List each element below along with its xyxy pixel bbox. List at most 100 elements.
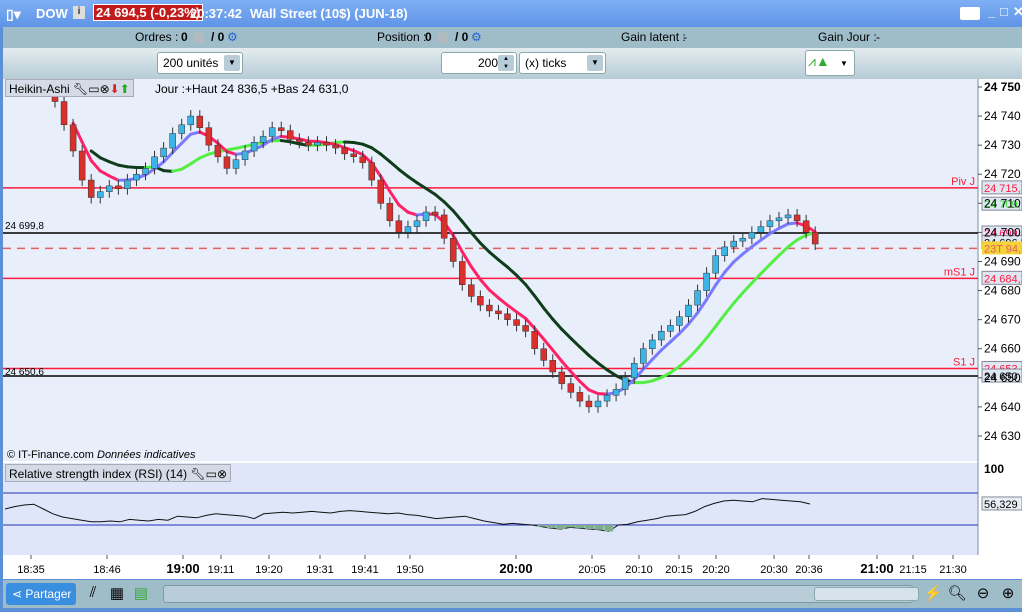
ticks-select[interactable]: (x) ticks ▼: [519, 52, 606, 74]
wrench-icon[interactable]: 🔧︎: [190, 467, 205, 481]
candle: [477, 296, 484, 306]
time-tick-label: 18:46: [93, 564, 121, 576]
zoom-fit-icon[interactable]: 🔍︎: [947, 584, 967, 604]
chevron-down-icon: ▼: [224, 55, 240, 71]
candle: [649, 339, 656, 349]
candle: [685, 304, 692, 317]
candle: [612, 389, 620, 396]
share-button[interactable]: ⋖ Partager: [6, 583, 76, 605]
candle: [386, 203, 394, 222]
candle: [350, 153, 357, 158]
candle: [278, 127, 285, 131]
candle: [359, 156, 366, 163]
candle: [133, 173, 140, 181]
drawing-tools-icon[interactable]: ▦: [107, 584, 127, 604]
scrollbar-thumb[interactable]: [814, 587, 919, 601]
ticks-input[interactable]: 200 ▲ ▼: [441, 52, 517, 74]
instrument-name: Wall Street (10$) (JUN-18): [250, 6, 408, 21]
time-tick-label: 19:11: [208, 564, 235, 576]
stepper-icon[interactable]: ▲ ▼: [498, 55, 514, 71]
units-select-value: 200 unités: [163, 56, 219, 70]
rsi-title: Relative strength index (RSI) (14): [9, 467, 188, 481]
candle: [558, 371, 566, 384]
level-name: mS1 J: [944, 266, 975, 278]
clock: 20:37:42: [190, 6, 243, 21]
close-icon[interactable]: ✕: [1013, 4, 1022, 20]
position-value: 0: [425, 30, 432, 44]
candle: [802, 220, 810, 233]
candle: [775, 217, 783, 222]
close-icon[interactable]: ⊗: [100, 82, 110, 96]
candle: [739, 237, 747, 242]
title-bar: ▯▾ DOW i 24 694,5 (-0,23%) 20:37:42 Wall…: [0, 0, 1022, 28]
candle: [422, 211, 430, 222]
orders-total: / 0: [211, 30, 225, 44]
time-tick-label: 19:20: [255, 564, 283, 576]
indicators-button[interactable]: ⩘▲ ▼: [805, 50, 855, 76]
candle: [667, 325, 674, 332]
candle: [630, 363, 638, 379]
candle: [232, 159, 240, 169]
candle: [549, 360, 556, 373]
wrench-icon[interactable]: 🔧︎: [73, 82, 88, 96]
symbol-label[interactable]: DOW: [36, 6, 68, 21]
chart-type-label[interactable]: Heikin-Ashi: [9, 82, 70, 96]
chart-style-icon[interactable]: ⫽: [83, 584, 103, 604]
candle: [223, 156, 231, 169]
window-icon[interactable]: ▭: [206, 467, 217, 481]
gear-icon[interactable]: ⚙: [227, 30, 238, 44]
horizontal-scrollbar[interactable]: [163, 585, 919, 603]
candle: [395, 220, 403, 233]
candle: [585, 400, 593, 408]
info-icon[interactable]: i: [73, 6, 85, 19]
zoom-in-icon[interactable]: ⊕: [998, 584, 1018, 604]
chart-area[interactable]: Piv J24 715,324 709,724 699,824 696,523T…: [3, 79, 1022, 579]
minimize-icon[interactable]: _: [988, 4, 995, 19]
candle: [205, 127, 213, 146]
time-tick-label: 19:31: [306, 564, 334, 576]
candle: [766, 220, 774, 227]
price-tick-label: 24 750: [984, 80, 1021, 94]
candle: [621, 377, 629, 390]
time-tick-label: 19:50: [396, 564, 424, 576]
candle-icon[interactable]: ▯▾: [6, 6, 21, 23]
candle: [241, 150, 249, 160]
candle: [486, 304, 493, 312]
candle: [151, 156, 158, 169]
gain-jour-value: -: [876, 30, 880, 44]
left-level-label: 24 699,8: [5, 221, 44, 232]
candle: [413, 220, 421, 227]
candle: [69, 124, 77, 152]
chevron-down-icon: ▼: [587, 55, 603, 71]
cursor-tool-icon[interactable]: ⚡: [923, 584, 943, 604]
gear-icon[interactable]: ⚙: [471, 30, 482, 44]
arrow-down-icon[interactable]: ⬇: [110, 82, 120, 96]
candle: [368, 162, 375, 181]
window-icon[interactable]: ▭: [88, 82, 99, 96]
candle: [721, 246, 728, 256]
price-chart[interactable]: Piv J24 715,324 709,724 699,824 696,523T…: [3, 79, 1022, 579]
arrow-up-icon[interactable]: ⬆: [120, 82, 130, 96]
units-select[interactable]: 200 unités ▼: [157, 52, 243, 74]
candle: [811, 232, 819, 245]
candle: [793, 214, 801, 222]
candle: [540, 348, 547, 361]
candle: [97, 191, 104, 198]
candle: [214, 144, 222, 158]
candle: [694, 290, 701, 306]
level-name: S1 J: [953, 356, 975, 368]
price-tick-label: 24 630: [984, 429, 1021, 443]
candle: [703, 272, 710, 291]
time-tick-label: 20:20: [702, 564, 730, 576]
close-position-icon[interactable]: ▩: [437, 30, 448, 44]
orderbook-icon[interactable]: ▤: [131, 584, 151, 604]
close-icon[interactable]: ⊗: [217, 467, 227, 481]
candle: [196, 115, 204, 128]
keyboard-icon[interactable]: [960, 7, 980, 20]
candle: [287, 130, 294, 140]
chevron-down-icon: ▼: [836, 56, 852, 72]
orders-bar: Ordres : 0 ▩ / 0 ⚙ Position : 0 ▩ / 0 ⚙ …: [3, 27, 1022, 48]
cancel-orders-icon[interactable]: ▩: [193, 30, 204, 44]
maximize-icon[interactable]: □: [1000, 4, 1008, 19]
zoom-out-icon[interactable]: ⊖: [973, 584, 993, 604]
